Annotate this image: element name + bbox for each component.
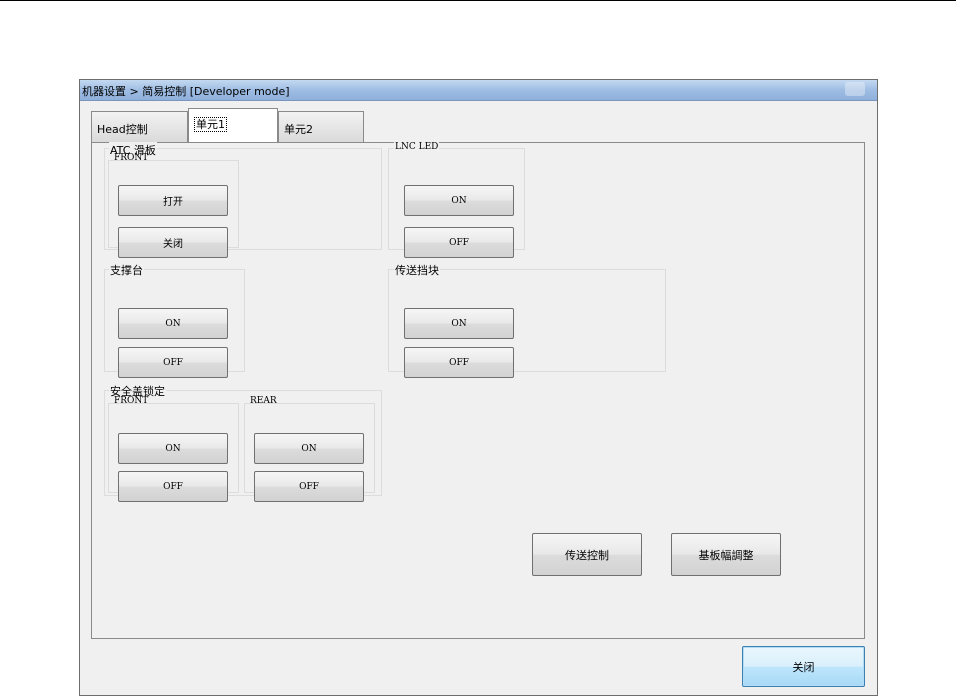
top-border-line: [0, 0, 956, 1]
atc-close-button[interactable]: 关闭: [118, 227, 228, 258]
transfer-control-button[interactable]: 传送控制: [532, 533, 642, 576]
tab-panel-unit1: ATC 滑板 FRONT 打开 关闭 LNC LED ON OFF 支撑台 ON…: [91, 142, 865, 639]
board-width-adjust-button[interactable]: 基板幅調整: [671, 533, 781, 576]
atc-open-button[interactable]: 打开: [118, 185, 228, 216]
support-off-button[interactable]: OFF: [118, 347, 228, 378]
close-button[interactable]: 关闭: [742, 646, 865, 687]
stopper-off-button[interactable]: OFF: [404, 347, 514, 378]
cover-rear-label: REAR: [250, 396, 277, 406]
dialog-window: 机器设置 > 简易控制 [Developer mode] Head控制 单元1 …: [79, 79, 878, 696]
tab-head-control[interactable]: Head控制: [91, 111, 188, 142]
titlebar-close-icon[interactable]: [845, 82, 865, 96]
tab-unit2[interactable]: 单元2: [278, 111, 364, 142]
lnc-led-label: LNC LED: [394, 142, 440, 152]
cover-front-off-button[interactable]: OFF: [118, 471, 228, 502]
title-bar[interactable]: 机器设置 > 简易控制 [Developer mode]: [80, 80, 877, 101]
tab-unit1[interactable]: 单元1: [188, 108, 278, 142]
tab-label: 单元1: [194, 117, 227, 132]
support-on-button[interactable]: ON: [118, 308, 228, 339]
stopper-on-button[interactable]: ON: [404, 308, 514, 339]
lnc-off-button[interactable]: OFF: [404, 227, 514, 258]
lnc-on-button[interactable]: ON: [404, 185, 514, 216]
cover-front-label: FRONT: [114, 396, 149, 406]
atc-front-label: FRONT: [114, 153, 149, 163]
window-title: 机器设置 > 简易控制 [Developer mode]: [82, 85, 290, 98]
transfer-stopper-label: 传送挡块: [394, 262, 440, 278]
cover-rear-on-button[interactable]: ON: [254, 433, 364, 464]
cover-front-on-button[interactable]: ON: [118, 433, 228, 464]
tab-label: Head控制: [97, 123, 148, 136]
cover-rear-off-button[interactable]: OFF: [254, 471, 364, 502]
support-table-label: 支撑台: [109, 262, 144, 278]
tab-label: 单元2: [284, 123, 313, 136]
